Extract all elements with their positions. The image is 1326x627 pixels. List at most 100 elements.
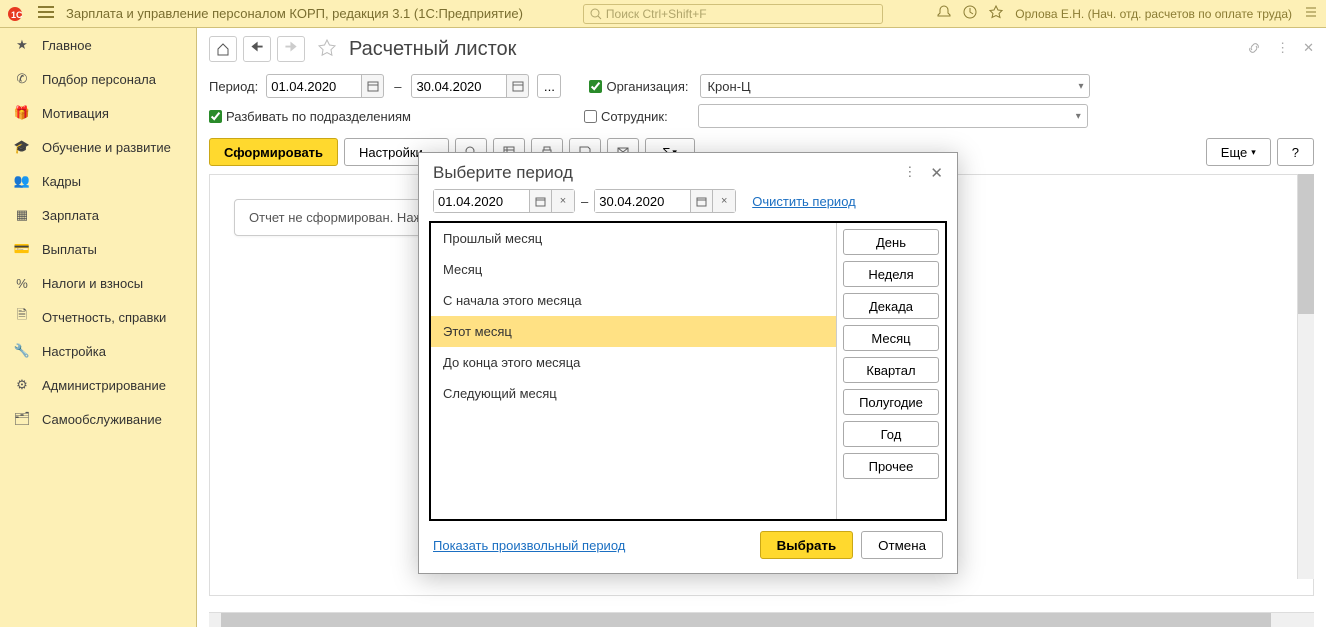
filters-row-2: Разбивать по подразделениям Сотрудник: [197,104,1326,138]
dialog-from-clear-button[interactable]: × [552,190,574,212]
period-item[interactable]: Месяц [431,254,836,285]
arbitrary-period-link[interactable]: Показать произвольный период [433,538,625,553]
sidebar-item-education[interactable]: 🎓Обучение и развитие [0,130,196,164]
gear-icon: ⚙ [14,377,30,393]
people-icon: 👥 [14,173,30,189]
sidebar-item-admin[interactable]: ⚙ Администрирование [0,368,196,402]
scale-button[interactable]: Полугодие [843,389,939,415]
svg-text:1C: 1C [11,10,23,20]
sidebar-item-taxes[interactable]: %Налоги и взносы [0,266,196,300]
dialog-from-input[interactable] [434,190,530,212]
sidebar-item-motivation[interactable]: 🎁Мотивация [0,96,196,130]
org-combo[interactable]: Крон-Ц [700,74,1090,98]
favorite-star-icon[interactable] [317,38,337,61]
split-checkbox[interactable] [209,110,222,123]
more-button[interactable]: Еще ▾ [1206,138,1271,166]
cancel-button[interactable]: Отмена [861,531,943,559]
forward-button[interactable]: 🠊 [277,36,305,62]
settings-icon[interactable] [1304,5,1318,22]
dialog-from-calendar-button[interactable] [530,190,552,212]
employee-checkbox[interactable] [584,110,597,123]
search-icon [590,8,602,20]
sidebar-item-label: Налоги и взносы [42,276,143,291]
doc-icon: 🗎 [14,309,30,325]
period-item[interactable]: Следующий месяц [431,378,836,409]
scale-column: День Неделя Декада Месяц Квартал Полугодие Год… [837,223,945,519]
app-title: Зарплата и управление персоналом КОРП, р… [66,6,523,21]
back-button[interactable]: 🠈 [243,36,271,62]
close-icon[interactable]: ✕ [1303,40,1314,59]
calc-icon: ▦ [14,207,30,223]
sidebar-item-label: Мотивация [42,106,109,121]
search-placeholder: Поиск Ctrl+Shift+F [606,7,707,21]
dialog-dash: – [581,194,588,209]
star-icon: ★ [14,37,30,53]
scale-button[interactable]: Неделя [843,261,939,287]
wallet-icon: 💳 [14,241,30,257]
period-dialog: Выберите период ⋮ ✕ × – × Очистить перио… [418,152,958,574]
form-report-button[interactable]: Сформировать [209,138,338,166]
sidebar-item-payments[interactable]: 💳Выплаты [0,232,196,266]
history-icon[interactable] [963,5,977,22]
clear-period-link[interactable]: Очистить период [752,194,856,209]
org-label: Организация: [606,79,688,94]
org-checkbox[interactable] [589,80,602,93]
sidebar-item-selfservice[interactable]: 🗂Самообслуживание [0,402,196,436]
dialog-to-input[interactable] [595,190,691,212]
scale-button[interactable]: Год [843,421,939,447]
home-button[interactable] [209,36,237,62]
scale-button[interactable]: Месяц [843,325,939,351]
vertical-scrollbar[interactable] [1297,174,1314,579]
sidebar: ★Главное ✆ Подбор персонала 🎁Мотивация 🎓О… [0,28,197,627]
sidebar-item-hr[interactable]: 👥 Кадры [0,164,196,198]
dialog-kebab-icon[interactable]: ⋮ [903,164,916,182]
sidebar-item-reports[interactable]: 🗎Отчетность, справки [0,300,196,334]
period-picker-button[interactable]: ... [537,74,561,98]
link-icon[interactable] [1246,40,1262,59]
horizontal-scrollbar[interactable] [209,612,1314,627]
sidebar-item-recruit[interactable]: ✆ Подбор персонала [0,62,196,96]
dialog-to-clear-button[interactable]: × [713,190,735,212]
dialog-close-icon[interactable]: ✕ [930,164,943,182]
wrench-icon: 🔧 [14,343,30,359]
period-item[interactable]: Прошлый месяц [431,223,836,254]
sidebar-item-label: Настройка [42,344,106,359]
search-box[interactable]: Поиск Ctrl+Shift+F [583,4,883,24]
sidebar-item-label: Подбор персонала [42,72,156,87]
period-label: Период: [209,79,258,94]
split-label: Разбивать по подразделениям [226,109,411,124]
scale-button[interactable]: Декада [843,293,939,319]
calendar-from-button[interactable] [362,74,384,98]
sidebar-item-salary[interactable]: ▦Зарплата [0,198,196,232]
dash: – [394,79,401,94]
logo-1c: 1C [8,5,32,23]
period-item[interactable]: С начала этого месяца [431,285,836,316]
period-item[interactable]: До конца этого месяца [431,347,836,378]
sidebar-item-label: Обучение и развитие [42,140,171,155]
calendar-to-button[interactable] [507,74,529,98]
period-list: Прошлый месяцМесяцС начала этого месяцаЭ… [431,223,837,519]
star-icon[interactable] [989,5,1003,22]
employee-label: Сотрудник: [601,109,668,124]
scale-button[interactable]: Прочее [843,453,939,479]
sidebar-item-label: Кадры [42,174,81,189]
phone-icon: ✆ [14,71,30,87]
kebab-icon[interactable]: ⋮ [1276,40,1289,59]
period-item[interactable]: Этот месяц [431,316,836,347]
period-to-input[interactable] [411,74,507,98]
period-from-input[interactable] [266,74,362,98]
menu-icon[interactable] [38,5,54,22]
topbar: 1C Зарплата и управление персоналом КОРП… [0,0,1326,28]
scale-button[interactable]: Квартал [843,357,939,383]
scale-button[interactable]: День [843,229,939,255]
dialog-title: Выберите период [433,163,573,183]
bell-icon[interactable] [937,5,951,22]
sidebar-item-label: Администрирование [42,378,166,393]
select-button[interactable]: Выбрать [760,531,854,559]
dialog-to-calendar-button[interactable] [691,190,713,212]
sidebar-item-main[interactable]: ★Главное [0,28,196,62]
help-button[interactable]: ? [1277,138,1314,166]
sidebar-item-settings[interactable]: 🔧 Настройка [0,334,196,368]
employee-combo[interactable] [698,104,1088,128]
filters-row: Период: – ... Организация: Крон-Ц [197,70,1326,104]
